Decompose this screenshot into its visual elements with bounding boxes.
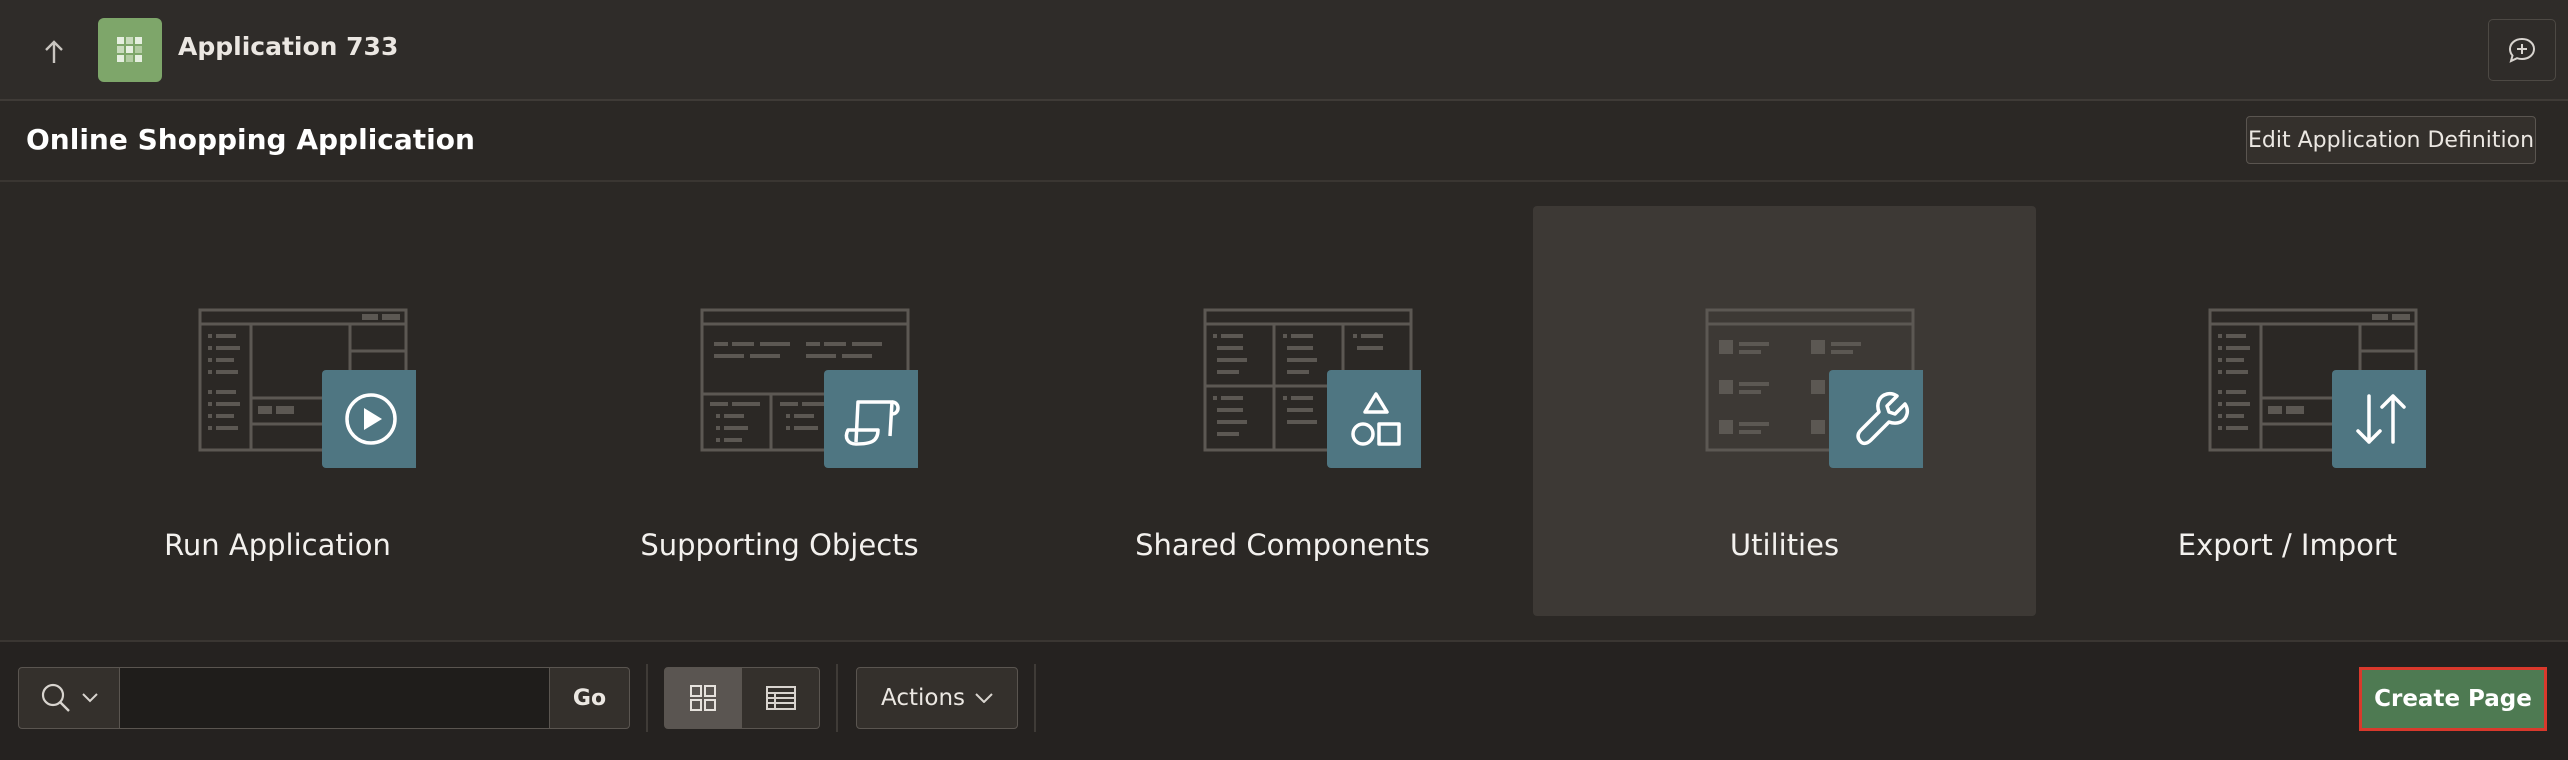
card-label: Shared Components: [1135, 528, 1430, 562]
view-toggle: [664, 667, 820, 729]
app-header: Application 733: [0, 0, 2568, 101]
toolbar-divider: [1034, 664, 1036, 732]
page-title-bar: Online Shopping Application Edit Applica…: [0, 101, 2568, 182]
bottom-toolbar: Go Actions Create Page: [0, 640, 2568, 760]
edit-application-definition-button[interactable]: Edit Application Definition: [2246, 116, 2536, 164]
grid-app-icon: [117, 37, 142, 62]
toolbar-divider: [836, 664, 838, 732]
page-title: Online Shopping Application: [26, 123, 475, 156]
table-view-icon: [765, 686, 796, 710]
toolbar-divider: [646, 664, 648, 732]
page-wireframe-illustration: [700, 308, 918, 468]
card-export-import[interactable]: Export / Import: [2036, 206, 2539, 616]
actions-label: Actions: [880, 685, 965, 711]
application-title: Application 733: [178, 32, 399, 61]
chevron-down-icon: [82, 693, 98, 703]
page-wireframe-illustration: [2208, 308, 2426, 468]
card-run-application[interactable]: Run Application: [26, 206, 529, 616]
search-icon: [41, 683, 70, 712]
app-icon: [98, 18, 162, 82]
search-bar: Go: [18, 667, 630, 729]
card-shared-components[interactable]: Shared Components: [1031, 206, 1534, 616]
search-menu-button[interactable]: [18, 667, 120, 729]
go-button[interactable]: Go: [550, 667, 630, 729]
arrow-up-icon: [45, 40, 63, 63]
report-view-button[interactable]: [742, 667, 820, 729]
card-label: Utilities: [1729, 528, 1840, 562]
create-page-button[interactable]: Create Page: [2359, 667, 2547, 731]
page-wireframe-illustration: [1203, 308, 1421, 468]
feedback-button[interactable]: [2488, 19, 2556, 81]
navigate-up-button[interactable]: [30, 28, 78, 76]
icon-view-button[interactable]: [664, 667, 742, 729]
page-wireframe-illustration: [198, 308, 416, 468]
card-label: Run Application: [164, 528, 391, 562]
dashboard-cards: Run Application Supporting Objects Share…: [0, 182, 2568, 638]
search-input[interactable]: [120, 667, 550, 729]
card-utilities[interactable]: Utilities: [1533, 206, 2036, 616]
grid-view-icon: [690, 685, 716, 711]
card-label: Export / Import: [2177, 528, 2398, 562]
chat-plus-icon: [2508, 37, 2536, 63]
chevron-down-icon: [975, 693, 993, 703]
page-wireframe-illustration: [1705, 308, 1923, 468]
actions-menu-button[interactable]: Actions: [856, 667, 1018, 729]
card-supporting-objects[interactable]: Supporting Objects: [528, 206, 1031, 616]
card-label: Supporting Objects: [640, 528, 919, 562]
